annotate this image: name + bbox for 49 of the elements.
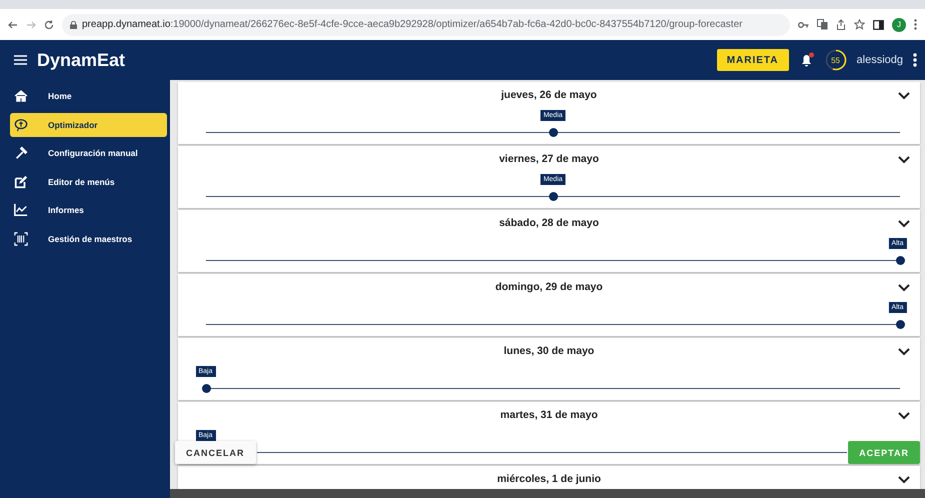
chart-icon xyxy=(14,203,28,217)
sidebar-item[interactable]: Optimizador xyxy=(10,112,167,136)
edit-icon xyxy=(14,174,28,188)
lock-icon xyxy=(70,20,77,28)
slider-thumb[interactable] xyxy=(548,192,558,201)
day-title: domingo, 29 de mayo xyxy=(494,281,604,293)
chevron-down-icon[interactable] xyxy=(898,284,910,292)
chevron-down-icon[interactable] xyxy=(898,92,910,100)
cancel-button[interactable]: CANCELAR xyxy=(175,441,256,464)
slider-thumb[interactable] xyxy=(896,320,904,329)
chevron-down-icon[interactable] xyxy=(898,220,910,228)
company-button[interactable]: MARIETA xyxy=(716,49,789,71)
star-icon[interactable] xyxy=(854,19,865,30)
share-icon[interactable] xyxy=(836,19,846,30)
translate-icon[interactable] xyxy=(817,19,828,30)
back-icon[interactable] xyxy=(8,20,18,30)
sidebar-item[interactable]: Editor de menús xyxy=(10,170,167,194)
url-text: preapp.dynameat.io:19000/dynameat/266276ec-8e5f-4cfe-9cce-aeca9b292928/optimizer/a654b7ab-fc6a-42d0-bc0c-8437554b7120/group-forecaster xyxy=(82,19,742,30)
day-title: sábado, 28 de mayo xyxy=(498,217,600,229)
chevron-down-icon[interactable] xyxy=(898,476,910,484)
sidebar-item[interactable]: Gestión de maestros xyxy=(10,226,167,250)
day-title: miércoles, 1 de junio xyxy=(496,473,602,485)
barcode-icon xyxy=(14,232,28,246)
chevron-down-icon[interactable] xyxy=(898,412,910,420)
slider-thumb[interactable] xyxy=(202,384,210,393)
chevron-down-icon[interactable] xyxy=(898,156,910,164)
key-icon[interactable] xyxy=(798,20,809,28)
profile-avatar[interactable]: J xyxy=(892,18,906,32)
sidebar-item[interactable]: Home xyxy=(10,84,167,108)
user-name[interactable]: alessiodg xyxy=(856,54,903,66)
slider-thumb[interactable] xyxy=(548,128,558,137)
menu-icon[interactable] xyxy=(14,55,27,65)
chevron-down-icon[interactable] xyxy=(898,348,910,356)
score-value: 55 xyxy=(830,54,841,66)
day-title: lunes, 30 de mayo xyxy=(502,345,596,357)
reload-icon[interactable] xyxy=(44,20,54,30)
sidebar-item[interactable]: Configuración manual xyxy=(10,141,167,165)
day-title: martes, 31 de mayo xyxy=(499,409,599,421)
app-logo: DynamEat xyxy=(37,50,126,70)
home-icon xyxy=(14,89,28,103)
more-icon[interactable] xyxy=(913,53,917,67)
address-bar[interactable]: preapp.dynameat.io:19000/dynameat/266276ec-8e5f-4cfe-9cce-aeca9b292928/optimizer/a654b7ab-fc6a-42d0-bc0c-8437554b7120/group-forecaster xyxy=(62,14,790,36)
slider-thumb[interactable] xyxy=(896,256,904,265)
day-title: viernes, 27 de mayo xyxy=(498,153,600,165)
hammer-icon xyxy=(14,146,28,160)
more-icon[interactable] xyxy=(914,19,917,30)
day-title: jueves, 26 de mayo xyxy=(500,89,598,101)
side-panel-icon[interactable] xyxy=(873,20,884,30)
sidebar-item[interactable]: Informes xyxy=(10,198,167,222)
